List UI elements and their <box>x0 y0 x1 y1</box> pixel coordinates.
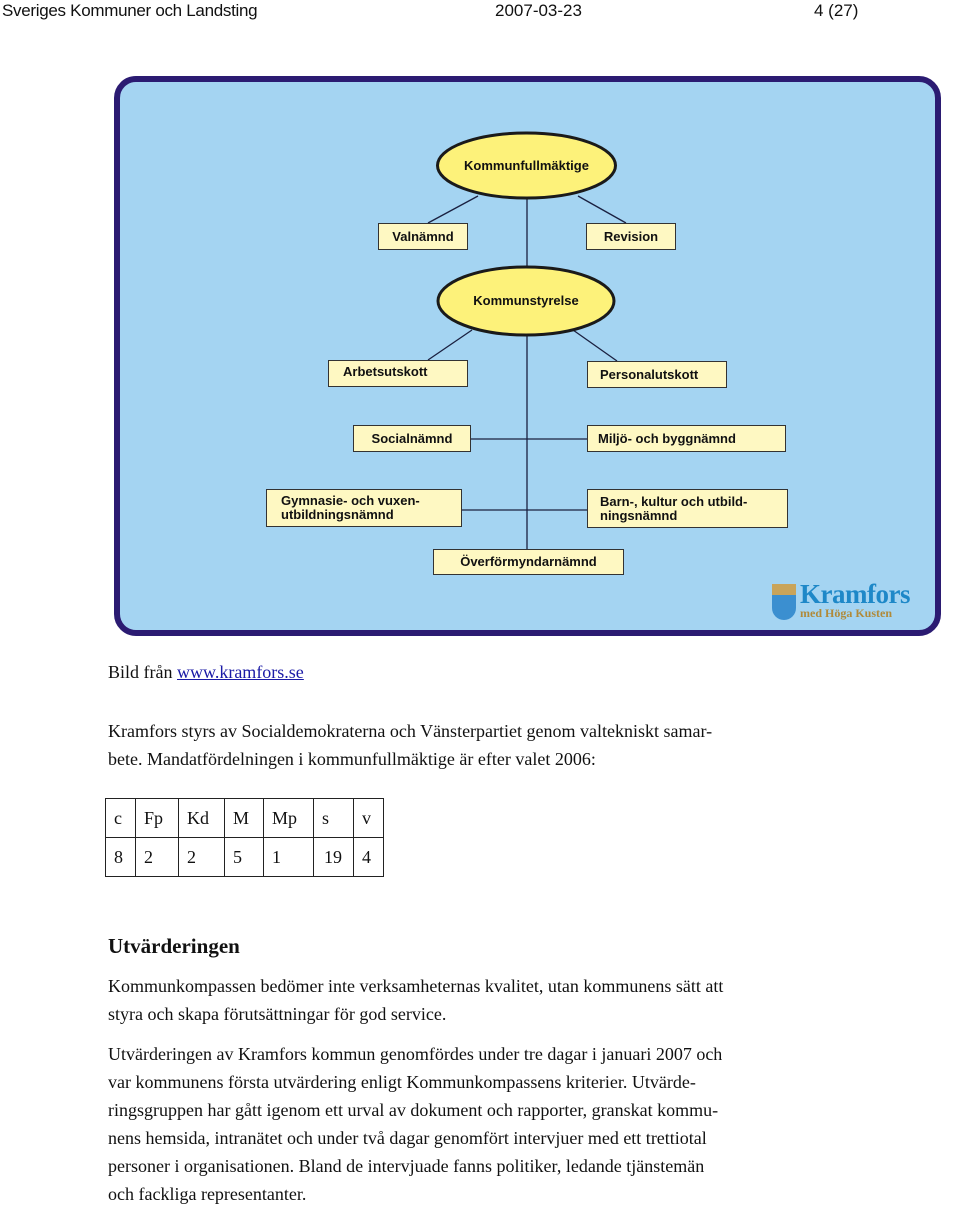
box-personalutskott-label: Personalutskott <box>600 366 699 382</box>
table-header-cell: Kd <box>178 798 225 838</box>
box-overformyndarnamnd: Överförmyndarnämnd <box>433 549 624 575</box>
coat-of-arms-icon <box>772 584 796 620</box>
box-personalutskott: Personalutskott <box>587 361 727 388</box>
table-header-row: c Fp Kd M Mp s v <box>105 798 384 838</box>
box-overformyndar-label: Överförmyndarnämnd <box>460 554 597 569</box>
caption-prefix: Bild från <box>108 662 177 682</box>
table-header-cell: Fp <box>135 798 179 838</box>
kramfors-logo: Kramfors med Höga Kusten <box>770 579 912 624</box>
box-arbetsutskott-label: Arbetsutskott <box>343 364 428 379</box>
box-gymnasie-label: Gymnasie- och vuxen- utbildningsnämnd <box>281 493 420 522</box>
box-revision: Revision <box>586 223 676 250</box>
table-header-cell: v <box>353 798 384 838</box>
table-value-cell: 2 <box>135 837 179 877</box>
box-gymnasie-och-vuxenutbildningsnamnd: Gymnasie- och vuxen- utbildningsnämnd <box>266 489 462 527</box>
box-valnamnd: Valnämnd <box>378 223 468 250</box>
table-header-cell: c <box>105 798 136 838</box>
section-paragraph-1: Kommunkompassen bedömer inte verksamhete… <box>108 972 828 1028</box>
ellipse-kommunstyrelse: Kommunstyrelse <box>436 265 616 337</box>
paragraph-line: styra och skapa förutsättningar för god … <box>108 1004 447 1024</box>
paragraph-line: personer i organisationen. Bland de inte… <box>108 1156 705 1176</box>
intro-line: bete. Mandatfördelningen i kommunfullmäk… <box>108 749 596 769</box>
ellipse-kommunfullmaktige: Kommunfullmäktige <box>436 131 617 200</box>
connector-valnamnd <box>427 195 479 224</box>
box-miljo-och-byggnamnd: Miljö- och byggnämnd <box>587 425 786 452</box>
table-header-cell: M <box>224 798 264 838</box>
table-value-cell: 2 <box>178 837 225 877</box>
box-barn-kultur-och-utbildningsnamnd: Barn-, kultur och utbild- ningsnämnd <box>587 489 788 528</box>
table-header-cell: Mp <box>263 798 314 838</box>
table-value-cell: 19 <box>313 837 354 877</box>
kramfors-website-link[interactable]: www.kramfors.se <box>177 662 304 682</box>
logo-tagline: med Höga Kusten <box>800 606 893 620</box>
mandate-distribution-table: c Fp Kd M Mp s v 8 2 2 5 1 19 4 <box>105 798 384 877</box>
box-barn-label: Barn-, kultur och utbild- ningsnämnd <box>600 493 748 523</box>
paragraph-line: nens hemsida, intranätet och under två d… <box>108 1128 707 1148</box>
box-valnamnd-label: Valnämnd <box>392 228 454 244</box>
image-caption: Bild från www.kramfors.se <box>108 658 304 686</box>
box-socialnamnd-label: Socialnämnd <box>371 430 453 446</box>
intro-line: Kramfors styrs av Socialdemokraterna och… <box>108 721 713 741</box>
section-paragraph-2: Utvärderingen av Kramfors kommun genomfö… <box>108 1040 828 1208</box>
connector-personalutskott <box>572 329 618 362</box>
paragraph-line: var kommunens första utvärdering enligt … <box>108 1072 696 1092</box>
box-arbetsutskott: Arbetsutskott <box>328 360 468 387</box>
box-miljo-label: Miljö- och byggnämnd <box>598 430 736 446</box>
ellipse-kommunstyrelse-label: Kommunstyrelse <box>473 293 578 308</box>
table-value-cell: 1 <box>263 837 314 877</box>
paragraph-line: ringsgruppen har gått igenom ett urval a… <box>108 1100 719 1120</box>
box-socialnamnd: Socialnämnd <box>353 425 471 452</box>
box-revision-label: Revision <box>603 228 659 244</box>
connector-arbetsutskott <box>427 329 473 361</box>
paragraph-line: Kommunkompassen bedömer inte verksamhete… <box>108 976 724 996</box>
ellipse-kommunfullmaktige-label: Kommunfullmäktige <box>464 158 589 173</box>
table-value-cell: 5 <box>224 837 264 877</box>
table-values-row: 8 2 2 5 1 19 4 <box>105 837 384 877</box>
paragraph-line: och fackliga representanter. <box>108 1184 307 1204</box>
connector-revision <box>577 195 627 224</box>
intro-paragraph: Kramfors styrs av Socialdemokraterna och… <box>108 717 828 773</box>
table-value-cell: 4 <box>353 837 384 877</box>
table-header-cell: s <box>313 798 354 838</box>
table-value-cell: 8 <box>105 837 136 877</box>
section-heading: Utvärderingen <box>108 934 240 958</box>
paragraph-line: Utvärderingen av Kramfors kommun genomfö… <box>108 1044 723 1064</box>
